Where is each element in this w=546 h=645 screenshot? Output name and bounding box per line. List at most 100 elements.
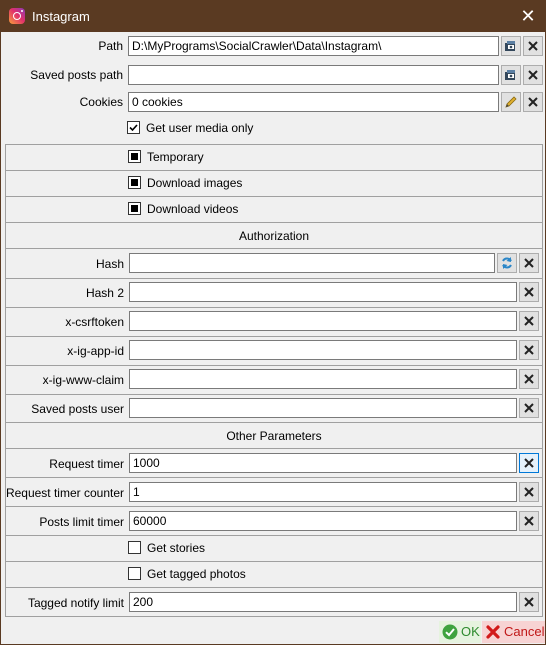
download-images-label: Download images	[147, 176, 243, 190]
saved-posts-user-label: Saved posts user	[31, 402, 124, 416]
get-stories-checkbox[interactable]	[128, 541, 141, 554]
divider	[5, 307, 543, 308]
temporary-label: Temporary	[147, 150, 204, 164]
divider	[5, 448, 543, 449]
divider	[5, 170, 543, 171]
path-open-button[interactable]	[501, 36, 521, 56]
cookies-clear-button[interactable]	[523, 92, 543, 112]
folder-open-icon	[505, 41, 515, 51]
other-parameters-heading: Other Parameters	[226, 429, 322, 443]
hash2-clear-button[interactable]	[519, 282, 539, 302]
saved-posts-user-input[interactable]	[129, 398, 517, 418]
saved-posts-path-label: Saved posts path	[30, 68, 123, 82]
clear-icon	[524, 403, 534, 413]
clear-icon	[524, 487, 534, 497]
divider	[5, 196, 543, 197]
clear-icon	[524, 516, 534, 526]
clear-icon	[528, 70, 538, 80]
divider	[5, 336, 543, 337]
hash2-label: Hash 2	[85, 286, 124, 300]
hash-input[interactable]	[129, 253, 495, 273]
clear-icon	[524, 258, 534, 268]
tagged-notify-limit-label: Tagged notify limit	[27, 596, 124, 610]
www-claim-input[interactable]	[129, 369, 517, 389]
cookies-edit-button[interactable]	[501, 92, 521, 112]
title-bar: Instagram ✕	[1, 1, 545, 32]
hash2-input[interactable]	[129, 282, 517, 302]
saved-posts-user-clear-button[interactable]	[519, 398, 539, 418]
divider	[5, 477, 543, 478]
checkmark-icon	[129, 124, 138, 132]
saved-posts-path-open-button[interactable]	[501, 65, 521, 85]
request-timer-label: Request timer	[49, 457, 124, 471]
posts-limit-timer-clear-button[interactable]	[519, 511, 539, 531]
divider	[5, 506, 543, 507]
instagram-settings-dialog: Instagram ✕ Path D:\MyPrograms\SocialCra…	[0, 0, 546, 645]
request-timer-clear-button[interactable]	[519, 453, 539, 473]
cookies-label: Cookies	[79, 95, 123, 109]
instagram-app-icon	[9, 8, 25, 24]
posts-limit-timer-label: Posts limit timer	[39, 515, 124, 529]
clear-icon	[524, 597, 534, 607]
get-user-media-only-label: Get user media only	[146, 121, 254, 135]
divider	[5, 535, 543, 536]
folder-open-icon	[505, 70, 515, 80]
request-timer-counter-label: Request timer counter	[5, 486, 124, 500]
download-options-group	[5, 144, 543, 223]
clear-icon	[528, 41, 538, 51]
get-tagged-photos-checkbox[interactable]	[128, 567, 141, 580]
path-input[interactable]: D:\MyPrograms\SocialCrawler\Data\Instagr…	[128, 36, 499, 56]
ok-button[interactable]: OK	[439, 621, 481, 643]
divider	[5, 365, 543, 366]
clear-icon	[524, 374, 534, 384]
temporary-checkbox[interactable]	[128, 150, 141, 163]
ok-check-icon	[442, 624, 458, 640]
hash-refresh-button[interactable]	[497, 253, 517, 273]
cancel-button[interactable]: Cancel	[482, 621, 545, 643]
request-timer-counter-input[interactable]: 1	[129, 482, 517, 502]
window-title: Instagram	[32, 9, 90, 24]
get-user-media-only-checkbox[interactable]	[127, 121, 140, 134]
cancel-x-icon	[486, 625, 500, 639]
path-clear-button[interactable]	[523, 36, 543, 56]
pencil-icon	[505, 96, 517, 108]
get-stories-label: Get stories	[147, 541, 206, 555]
app-id-clear-button[interactable]	[519, 340, 539, 360]
app-id-input[interactable]	[129, 340, 517, 360]
ok-label: OK	[461, 624, 480, 639]
saved-posts-path-clear-button[interactable]	[523, 65, 543, 85]
cancel-label: Cancel	[504, 624, 545, 639]
request-timer-counter-clear-button[interactable]	[519, 482, 539, 502]
clear-icon	[524, 345, 534, 355]
authorization-heading: Authorization	[238, 229, 310, 243]
clear-icon	[524, 287, 534, 297]
www-claim-label: x-ig-www-claim	[42, 373, 124, 387]
download-images-checkbox[interactable]	[128, 176, 141, 189]
request-timer-input[interactable]: 1000	[129, 453, 517, 473]
hash-label: Hash	[95, 257, 124, 271]
window-close-button[interactable]: ✕	[511, 1, 545, 32]
clear-icon	[528, 97, 538, 107]
tagged-notify-limit-clear-button[interactable]	[519, 592, 539, 612]
csrftoken-input[interactable]	[129, 311, 517, 331]
clear-icon	[524, 458, 534, 468]
csrftoken-label: x-csrftoken	[65, 315, 124, 329]
path-label: Path	[98, 39, 123, 53]
posts-limit-timer-input[interactable]: 60000	[129, 511, 517, 531]
download-videos-label: Download videos	[147, 202, 239, 216]
divider	[5, 561, 543, 562]
hash-clear-button[interactable]	[519, 253, 539, 273]
refresh-icon	[502, 257, 512, 269]
tagged-notify-limit-input[interactable]: 200	[129, 592, 517, 612]
divider	[5, 248, 543, 249]
www-claim-clear-button[interactable]	[519, 369, 539, 389]
cookies-input[interactable]: 0 cookies	[128, 92, 499, 112]
divider	[5, 587, 543, 588]
get-tagged-photos-label: Get tagged photos	[147, 567, 246, 581]
saved-posts-path-input[interactable]	[128, 65, 499, 85]
csrftoken-clear-button[interactable]	[519, 311, 539, 331]
divider	[5, 394, 543, 395]
divider	[5, 278, 543, 279]
app-id-label: x-ig-app-id	[67, 344, 124, 358]
download-videos-checkbox[interactable]	[128, 202, 141, 215]
